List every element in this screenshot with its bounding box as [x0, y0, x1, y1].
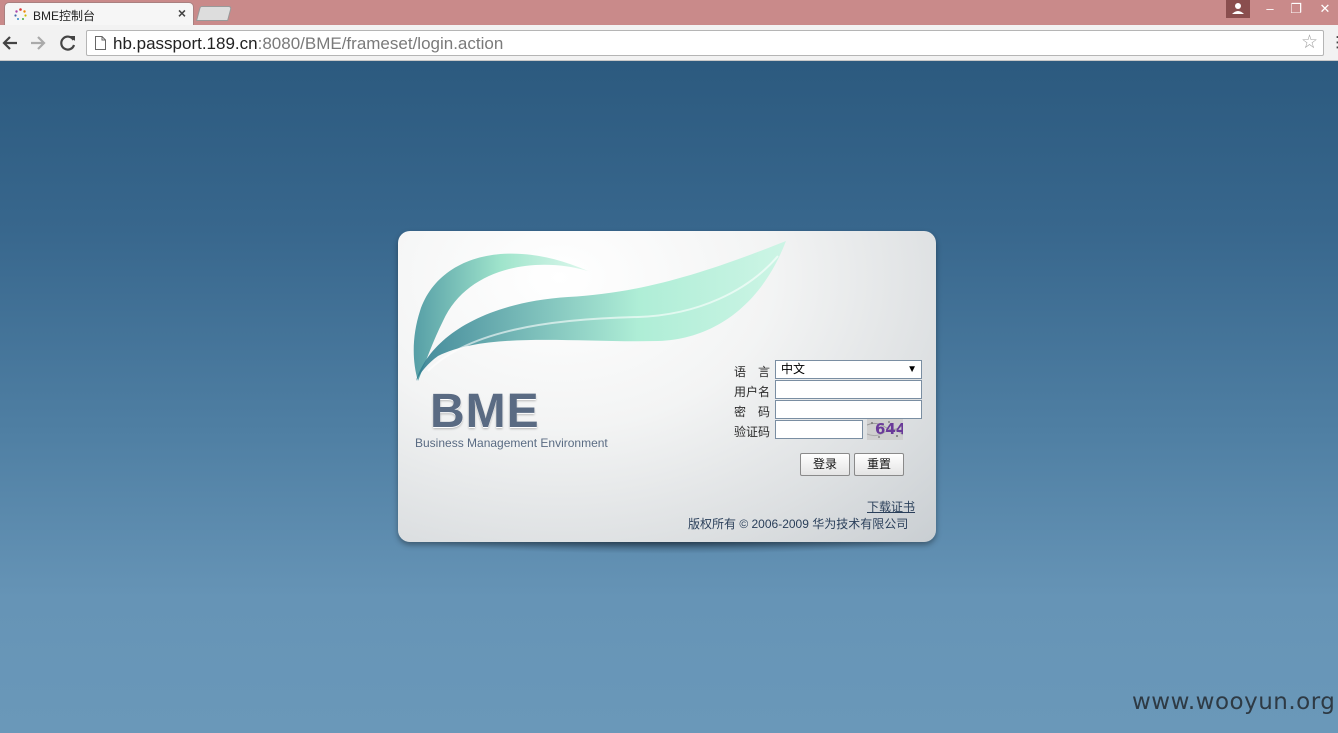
panel-shadow [412, 540, 927, 554]
tab-close-icon[interactable]: × [178, 5, 186, 21]
minimize-button[interactable]: – [1257, 0, 1283, 18]
user-profile-button[interactable] [1226, 0, 1250, 18]
language-value: 中文 [781, 362, 806, 376]
address-bar[interactable]: hb.passport.189.cn:8080/BME/frameset/log… [86, 30, 1324, 56]
restore-button[interactable]: ❐ [1283, 0, 1309, 18]
new-tab-button[interactable] [195, 6, 233, 21]
dropdown-arrow-icon: ▼ [907, 364, 917, 375]
password-label: 密 码 [734, 405, 771, 419]
loading-spinner-icon [14, 8, 27, 20]
login-button[interactable]: 登录 [800, 453, 850, 476]
forward-arrow-icon[interactable] [27, 32, 49, 54]
reset-button[interactable]: 重置 [854, 453, 904, 476]
url-text: hb.passport.189.cn:8080/BME/frameset/log… [113, 34, 503, 54]
logo-title: BME [430, 385, 540, 438]
password-input[interactable] [775, 400, 922, 419]
browser-menu-icon[interactable]: ⋮ [1330, 34, 1338, 52]
captcha-label: 验证码 [734, 425, 771, 439]
captcha-text: 644 [875, 420, 903, 438]
page-background: BME Business Management Environment 语 言 … [0, 62, 1338, 733]
close-window-button[interactable]: ✕ [1312, 0, 1338, 18]
copyright-text: 版权所有 © 2006-2009 华为技术有限公司 [688, 517, 909, 531]
username-input[interactable] [775, 380, 922, 399]
download-certificate-link[interactable]: 下载证书 [867, 498, 915, 515]
back-arrow-icon[interactable] [0, 32, 22, 54]
username-label: 用户名 [734, 385, 771, 399]
reload-icon[interactable] [57, 32, 79, 54]
page-icon [95, 36, 106, 50]
user-icon [1232, 3, 1244, 14]
captcha-input[interactable] [775, 420, 863, 439]
browser-toolbar: hb.passport.189.cn:8080/BME/frameset/log… [0, 25, 1338, 61]
login-panel: BME Business Management Environment 语 言 … [398, 231, 936, 542]
captcha-image[interactable]: 644 [867, 419, 903, 440]
tab-title: BME控制台 [33, 9, 96, 23]
language-label: 语 言 [734, 365, 771, 379]
url-path: :8080/BME/frameset/login.action [257, 34, 504, 53]
tab-strip: BME控制台 × – ❐ ✕ [0, 0, 1338, 26]
logo-subtitle: Business Management Environment [415, 436, 608, 450]
watermark-text: www.wooyun.org [1132, 689, 1336, 715]
language-select[interactable]: 中文 ▼ [775, 360, 922, 379]
url-host: hb.passport.189.cn [113, 34, 258, 53]
bookmark-star-icon[interactable]: ☆ [1301, 33, 1318, 53]
tab-bme-console[interactable]: BME控制台 × [4, 2, 194, 26]
